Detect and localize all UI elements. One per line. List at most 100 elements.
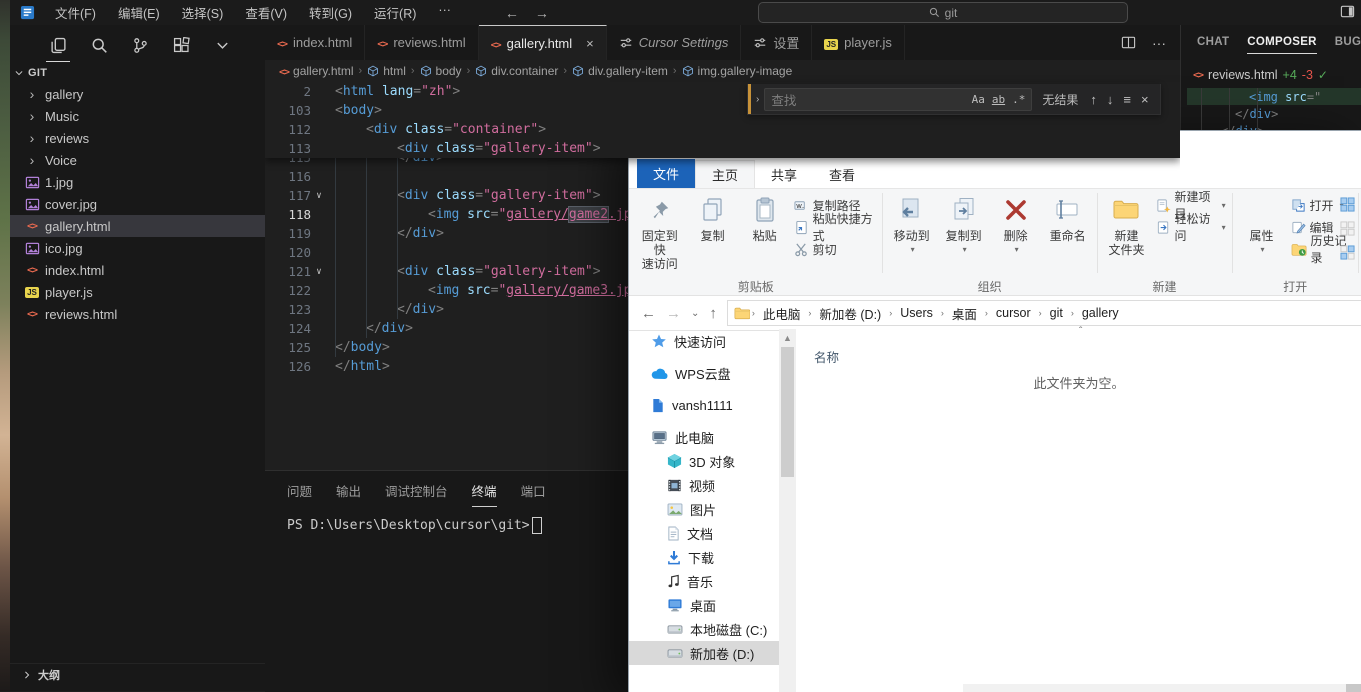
- match-case-icon[interactable]: Aa: [972, 93, 985, 106]
- nav-item-3D 对象[interactable]: 3D 对象: [629, 449, 779, 473]
- outline-section-header[interactable]: 大纲: [10, 663, 277, 686]
- address-breadcrumb[interactable]: ›此电脑›新加卷 (D:)›Users›桌面›cursor›git›galler…: [727, 300, 1361, 326]
- close-find-icon[interactable]: ×: [1141, 92, 1149, 107]
- ribbon-button-粘贴[interactable]: 粘贴: [739, 193, 791, 245]
- address-crumb-cursor[interactable]: cursor: [990, 306, 1037, 320]
- ai-tab-COMPOSER[interactable]: COMPOSER: [1247, 36, 1317, 54]
- ai-tab-CHAT[interactable]: CHAT: [1197, 36, 1229, 54]
- sidebar-item-index.html[interactable]: <>index.html: [10, 259, 265, 281]
- nav-item-音乐[interactable]: 音乐: [629, 569, 779, 593]
- nav-item-新加卷 (D:)[interactable]: 新加卷 (D:): [629, 641, 779, 665]
- ribbon-tab-文件[interactable]: 文件: [637, 159, 695, 188]
- nav-item-vansh1111[interactable]: vansh1111: [629, 393, 779, 417]
- sidebar-item-reviews[interactable]: ›reviews: [10, 127, 265, 149]
- regex-icon[interactable]: .*: [1012, 93, 1025, 106]
- ribbon-button-固定到快速访问[interactable]: 固定到快速访问: [633, 193, 687, 273]
- panel-tab-终端[interactable]: 终端: [472, 481, 497, 507]
- menu-item-2[interactable]: 选择(S): [176, 1, 230, 24]
- files-icon[interactable]: [48, 35, 68, 55]
- whole-word-icon[interactable]: ab: [992, 93, 1005, 106]
- tab-Cursor Settings[interactable]: Cursor Settings: [607, 25, 742, 60]
- more-actions-icon[interactable]: ···: [1152, 35, 1166, 51]
- toggle-replace-icon[interactable]: ›: [751, 94, 764, 105]
- find-next-icon[interactable]: ↓: [1107, 92, 1114, 107]
- forward-icon[interactable]: →: [666, 305, 681, 322]
- explorer-section-header[interactable]: GIT: [10, 63, 265, 83]
- panel-tab-输出[interactable]: 输出: [336, 481, 361, 507]
- address-crumb-git[interactable]: git: [1044, 306, 1069, 320]
- menu-item-3[interactable]: 查看(V): [239, 1, 293, 24]
- address-crumb-gallery[interactable]: gallery: [1076, 306, 1125, 320]
- ai-tab-BUG F[interactable]: BUG F: [1335, 36, 1361, 54]
- address-crumb-桌面[interactable]: 桌面: [946, 304, 983, 323]
- invert-selection-icon[interactable]: [1340, 245, 1355, 260]
- chevron-down-icon[interactable]: [212, 35, 232, 55]
- accept-check-icon[interactable]: ✓: [1318, 68, 1328, 82]
- extensions-icon[interactable]: [171, 35, 191, 55]
- find-previous-icon[interactable]: ↑: [1090, 92, 1097, 107]
- tab-index.html[interactable]: <>index.html: [265, 25, 365, 60]
- close-tab-icon[interactable]: ×: [586, 36, 594, 51]
- address-crumb-Users[interactable]: Users: [894, 306, 939, 320]
- find-input[interactable]: 查找 Aa ab .*: [764, 88, 1032, 111]
- up-icon[interactable]: ↑: [709, 305, 717, 322]
- fold-chevron-icon[interactable]: ∨: [311, 267, 327, 277]
- explorer-file-list[interactable]: ˆ 名称 此文件夹为空。: [796, 329, 1361, 692]
- diff-file-header[interactable]: <> reviews.html +4 -3 ✓: [1193, 68, 1361, 82]
- ribbon-tab-查看[interactable]: 查看: [813, 161, 871, 188]
- breadcrumb-item-div.container[interactable]: div.container: [475, 64, 558, 78]
- menu-item-6[interactable]: ···: [432, 1, 457, 24]
- breadcrumb-item-gallery.html[interactable]: <>gallery.html: [279, 64, 354, 78]
- nav-item-视频[interactable]: 视频: [629, 473, 779, 497]
- breadcrumb-item-html[interactable]: html: [367, 64, 406, 78]
- ribbon-button-移动到[interactable]: 移动到▾: [886, 193, 938, 259]
- nav-item-图片[interactable]: 图片: [629, 497, 779, 521]
- panel-tab-调试控制台[interactable]: 调试控制台: [385, 481, 448, 507]
- ribbon-button-粘贴快捷方式[interactable]: 粘贴快捷方式: [791, 217, 879, 237]
- ribbon-tab-主页[interactable]: 主页: [695, 160, 755, 188]
- layout-toggle-icon[interactable]: [1340, 4, 1355, 19]
- panel-tab-端口[interactable]: 端口: [521, 481, 546, 507]
- sidebar-item-reviews.html[interactable]: <>reviews.html: [10, 303, 265, 325]
- select-none-icon[interactable]: [1340, 221, 1355, 236]
- sidebar-item-gallery[interactable]: ›gallery: [10, 83, 265, 105]
- history-forward-button[interactable]: →: [535, 5, 549, 21]
- column-header-name[interactable]: 名称: [814, 347, 839, 366]
- panel-tab-问题[interactable]: 问题: [287, 481, 312, 507]
- sidebar-item-gallery.html[interactable]: <>gallery.html: [10, 215, 265, 237]
- menu-item-5[interactable]: 运行(R): [368, 1, 422, 24]
- ribbon-button-删除[interactable]: 删除▾: [990, 193, 1042, 259]
- tab-reviews.html[interactable]: <>reviews.html: [365, 25, 478, 60]
- nav-item-WPS云盘[interactable]: WPS云盘: [629, 361, 779, 385]
- search-icon[interactable]: [89, 35, 109, 55]
- address-crumb-新加卷 (D:)[interactable]: 新加卷 (D:): [813, 304, 887, 323]
- sidebar-item-player.js[interactable]: JSplayer.js: [10, 281, 265, 303]
- sort-ascending-icon[interactable]: ˆ: [1079, 326, 1082, 337]
- fold-chevron-icon[interactable]: ∨: [311, 191, 327, 201]
- sidebar-item-Voice[interactable]: ›Voice: [10, 149, 265, 171]
- ribbon-button-轻松访问[interactable]: 轻松访问▾: [1153, 217, 1229, 237]
- ribbon-button-复制到[interactable]: 复制到▾: [938, 193, 990, 259]
- breadcrumb-item-body[interactable]: body: [420, 64, 462, 78]
- ribbon-button-剪切[interactable]: 剪切: [791, 239, 879, 259]
- find-in-selection-icon[interactable]: ≡: [1123, 92, 1131, 107]
- nav-item-此电脑[interactable]: 此电脑: [629, 425, 779, 449]
- source-control-icon[interactable]: [130, 35, 150, 55]
- menu-item-0[interactable]: 文件(F): [49, 1, 102, 24]
- history-back-button[interactable]: ←: [505, 5, 519, 21]
- breadcrumb-item-img.gallery-image[interactable]: img.gallery-image: [682, 64, 793, 78]
- ribbon-button-重命名[interactable]: 重命名: [1042, 193, 1094, 245]
- menu-item-1[interactable]: 编辑(E): [112, 1, 166, 24]
- tab-设置[interactable]: 设置: [741, 25, 812, 60]
- scroll-up-icon[interactable]: ▲: [779, 329, 796, 346]
- ribbon-button-属性[interactable]: 属性▾: [1236, 193, 1288, 259]
- tab-player.js[interactable]: JSplayer.js: [812, 25, 905, 60]
- address-crumb-此电脑[interactable]: 此电脑: [757, 304, 807, 323]
- nav-scrollbar[interactable]: ▲: [779, 329, 796, 692]
- nav-item-下载[interactable]: 下载: [629, 545, 779, 569]
- nav-item-快速访问[interactable]: 快速访问: [629, 329, 779, 353]
- recent-locations-icon[interactable]: ⌄: [691, 308, 699, 319]
- ribbon-tab-共享[interactable]: 共享: [755, 161, 813, 188]
- sidebar-item-1.jpg[interactable]: 1.jpg: [10, 171, 265, 193]
- menu-item-4[interactable]: 转到(G): [303, 1, 358, 24]
